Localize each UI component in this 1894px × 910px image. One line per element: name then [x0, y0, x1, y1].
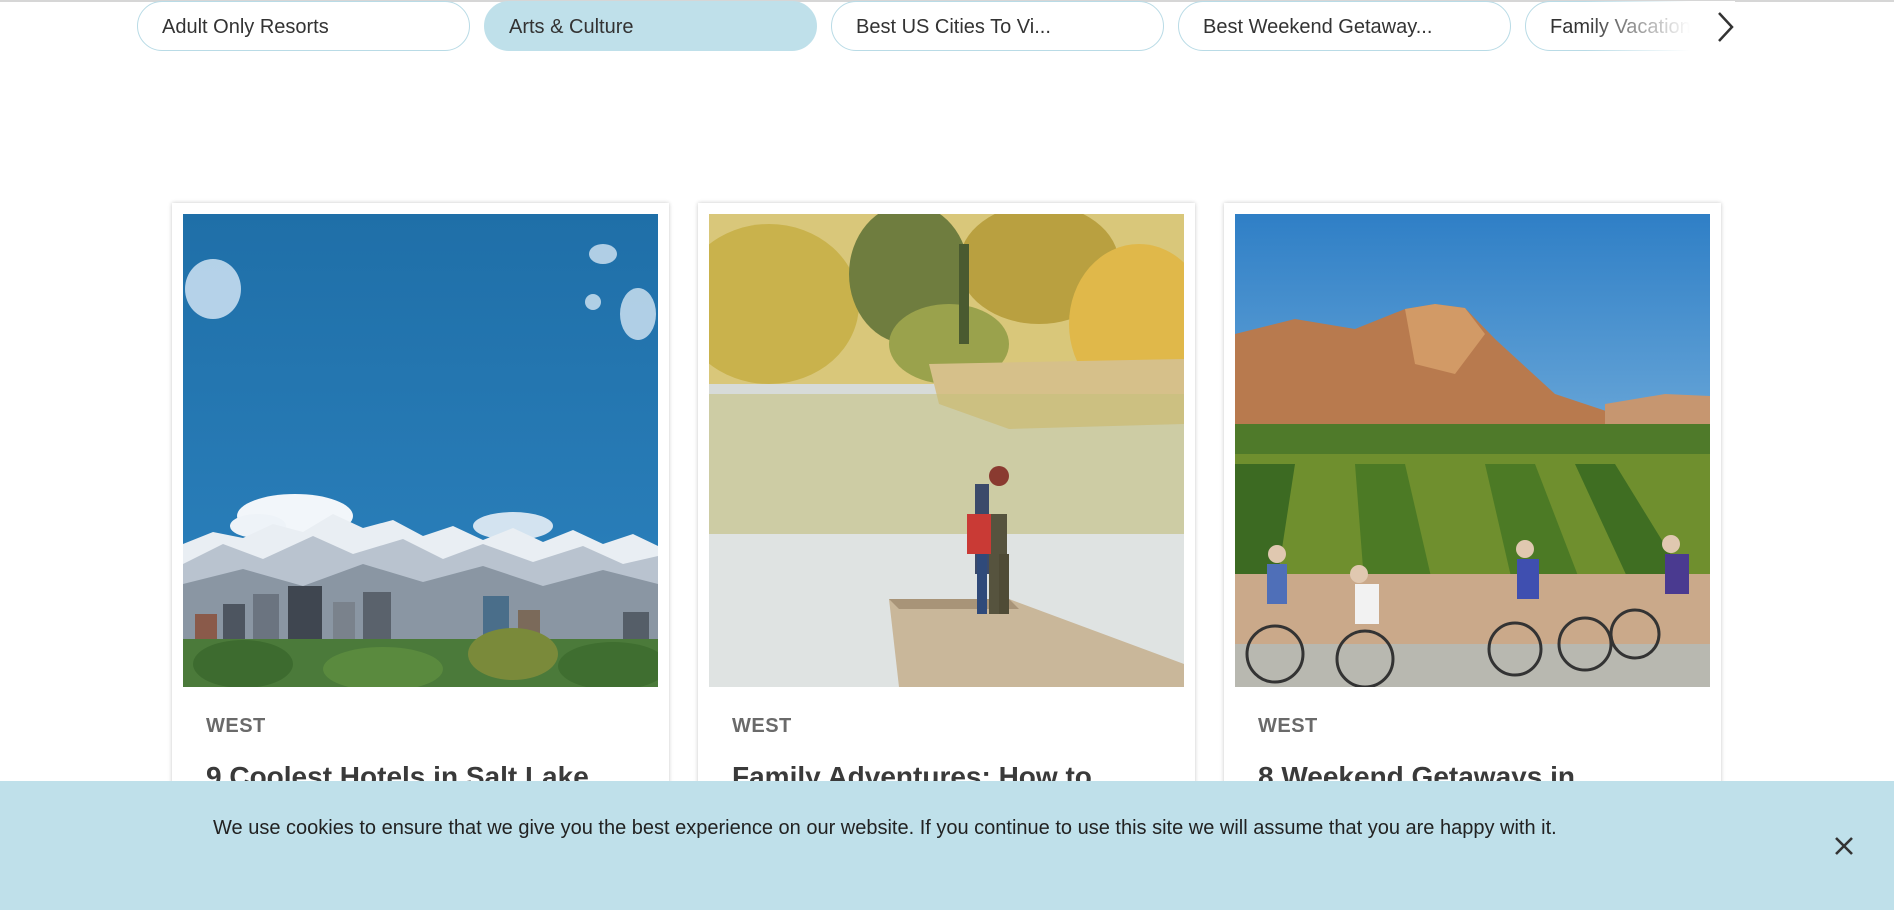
card-image-family-river-dock[interactable] [709, 214, 1184, 687]
card-region-label: WEST [1258, 715, 1318, 737]
cookie-banner: We use cookies to ensure that we give yo… [0, 781, 1894, 910]
article-card-weekend-getaways[interactable]: WEST 8 Weekend Getaways in [1224, 203, 1721, 803]
card-region-label: WEST [732, 715, 792, 737]
category-chip-bar: Adult Only Resorts Arts & Culture Best U… [137, 1, 1735, 53]
chip-best-weekend-getaways[interactable]: Best Weekend Getaway... [1178, 1, 1511, 51]
card-image-salt-lake-skyline[interactable] [183, 214, 658, 687]
chip-best-us-cities[interactable]: Best US Cities To Vi... [831, 1, 1164, 51]
article-card-salt-lake-hotels[interactable]: WEST 9 Coolest Hotels in Salt Lake [172, 203, 669, 803]
chip-family-vacations[interactable]: Family Vacations [1525, 1, 1735, 51]
chevron-right-icon[interactable] [1708, 8, 1742, 46]
cookie-banner-text: We use cookies to ensure that we give yo… [213, 817, 1557, 839]
card-region-label: WEST [206, 715, 266, 737]
chip-adult-only-resorts[interactable]: Adult Only Resorts [137, 1, 470, 51]
article-card-family-adventures[interactable]: WEST Family Adventures: How to [698, 203, 1195, 803]
close-icon[interactable] [1830, 832, 1858, 860]
card-image-vineyard-cyclists[interactable] [1235, 214, 1710, 687]
chip-arts-culture[interactable]: Arts & Culture [484, 1, 817, 51]
